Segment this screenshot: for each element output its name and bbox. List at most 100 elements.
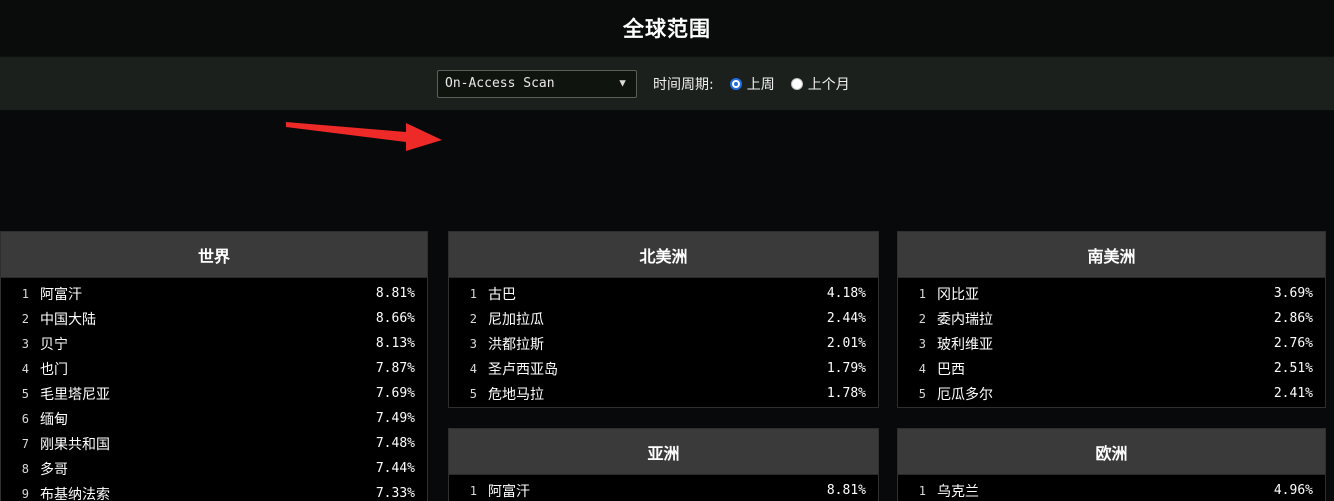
- panel-north-america-body: 1 古巴 4.18% 2 尼加拉瓜 2.44% 3 洪都拉斯 2.01% 4 圣卢西亚岛 1.79% 5…: [449, 278, 878, 406]
- radio-last-week[interactable]: 上周: [729, 74, 775, 94]
- row-rank: 3: [21, 336, 29, 351]
- row-country-name: 乌克兰: [937, 483, 979, 500]
- panel-europe-body: 1乌克兰4.96%2俄罗斯4.46%3白俄罗斯4.34%4摩尔多瓦3.67%5阿…: [898, 475, 1325, 501]
- panel-south-america-body: 1 冈比亚 3.69% 2 委内瑞拉 2.86% 3 玻利维亚 2.76% 4 巴西 2.51% 5 厄瓜…: [898, 278, 1325, 406]
- radio-last-month-label: 上个月: [807, 76, 850, 93]
- row-percentage: 8.13%: [375, 336, 415, 351]
- panel-south-america-title: 南美洲: [1087, 246, 1136, 266]
- row-percentage: 2.76%: [1273, 336, 1313, 351]
- row-rank: 2: [918, 311, 926, 326]
- panel-world-body: 1 阿富汗 8.81% 2 中国大陆 8.66% 3 贝宁 8.13% 4 也门 7.87% 5 毛里塔尼…: [1, 278, 427, 501]
- row-percentage: 3.69%: [1273, 286, 1313, 301]
- row-rank: 7: [21, 436, 29, 451]
- row-country-name: 缅甸: [40, 411, 68, 428]
- panel-north-america-header: 北美洲: [449, 232, 878, 278]
- row-country-name: 毛里塔尼亚: [40, 386, 110, 403]
- row-percentage: 7.87%: [375, 361, 415, 376]
- table-row: 1 阿富汗 8.81%: [449, 478, 878, 501]
- table-row: 7 刚果共和国 7.48%: [1, 431, 427, 456]
- panel-world: 世界 1 阿富汗 8.81% 2 中国大陆 8.66% 3 贝宁 8.13% 4 也门 7.87% 5 毛…: [0, 231, 428, 501]
- table-row: 2 尼加拉瓜 2.44%: [449, 306, 878, 331]
- radio-last-month[interactable]: 上个月: [790, 74, 850, 94]
- period-radio-group: 上周 上个月: [729, 74, 850, 94]
- row-rank: 3: [469, 336, 477, 351]
- row-rank: 2: [21, 311, 29, 326]
- row-rank: 5: [918, 386, 926, 401]
- row-rank: 4: [918, 361, 926, 376]
- row-rank: 4: [469, 361, 477, 376]
- period-label: 时间周期:: [653, 76, 714, 93]
- panel-europe-header: 欧洲: [898, 429, 1325, 475]
- row-rank: 2: [469, 311, 477, 326]
- row-country-name: 布基纳法索: [40, 486, 110, 501]
- scan-type-select-wrapper[interactable]: On-Access Scan ▼: [437, 69, 637, 98]
- panel-north-america: 北美洲 1 古巴 4.18% 2 尼加拉瓜 2.44% 3 洪都拉斯 2.01% 4 圣卢西亚岛 1.…: [448, 231, 879, 408]
- table-row: 2 委内瑞拉 2.86%: [898, 306, 1325, 331]
- table-row: 6 缅甸 7.49%: [1, 406, 427, 431]
- panel-south-america-header: 南美洲: [898, 232, 1325, 278]
- panel-world-header: 世界: [1, 232, 427, 278]
- row-country-name: 尼加拉瓜: [488, 311, 544, 328]
- row-rank: 1: [469, 286, 477, 301]
- row-country-name: 阿富汗: [488, 483, 530, 500]
- row-percentage: 2.01%: [826, 336, 866, 351]
- row-percentage: 2.86%: [1273, 311, 1313, 326]
- radio-selected-icon[interactable]: [729, 77, 742, 90]
- row-percentage: 7.49%: [375, 411, 415, 426]
- panel-asia-header: 亚洲: [449, 429, 878, 475]
- row-rank: 4: [21, 361, 29, 376]
- row-country-name: 圣卢西亚岛: [488, 361, 558, 378]
- row-country-name: 玻利维亚: [937, 336, 993, 353]
- filter-toolbar: On-Access Scan ▼ 时间周期: 上周 上个月: [0, 56, 1334, 151]
- row-percentage: 8.81%: [375, 286, 415, 301]
- panel-europe-title: 欧洲: [1095, 443, 1128, 463]
- table-row: 5 厄瓜多尔 2.41%: [898, 381, 1325, 406]
- row-country-name: 贝宁: [40, 336, 68, 353]
- table-row: 4 也门 7.87%: [1, 356, 427, 381]
- panel-south-america: 南美洲 1 冈比亚 3.69% 2 委内瑞拉 2.86% 3 玻利维亚 2.76% 4 巴西 2.51…: [897, 231, 1326, 408]
- row-percentage: 7.33%: [375, 486, 415, 501]
- row-percentage: 7.69%: [375, 386, 415, 401]
- panel-europe: 欧洲 1乌克兰4.96%2俄罗斯4.46%3白俄罗斯4.34%4摩尔多瓦3.67…: [897, 428, 1326, 501]
- panel-world-title: 世界: [197, 246, 230, 266]
- table-row: 1 古巴 4.18%: [449, 281, 878, 306]
- table-row: 9 布基纳法索 7.33%: [1, 481, 427, 501]
- table-row: 1 乌克兰 4.96%: [898, 478, 1325, 501]
- row-country-name: 危地马拉: [488, 386, 544, 403]
- table-row: 2 中国大陆 8.66%: [1, 306, 427, 331]
- row-country-name: 阿富汗: [40, 286, 82, 303]
- page-root: 全球范围 On-Access Scan ▼ 时间周期: 上周 上个月 世界 1 …: [0, 0, 1334, 501]
- table-row: 1 阿富汗 8.81%: [1, 281, 427, 306]
- table-row: 3 玻利维亚 2.76%: [898, 331, 1325, 356]
- table-row: 4 圣卢西亚岛 1.79%: [449, 356, 878, 381]
- row-rank: 3: [918, 336, 926, 351]
- radio-unselected-icon[interactable]: [790, 77, 803, 90]
- title-bar: 全球范围: [0, 0, 1334, 56]
- table-row: 3 洪都拉斯 2.01%: [449, 331, 878, 356]
- scan-type-select[interactable]: On-Access Scan: [437, 69, 637, 98]
- row-percentage: 1.79%: [826, 361, 866, 376]
- row-country-name: 刚果共和国: [40, 436, 110, 453]
- row-percentage: 4.96%: [1273, 483, 1313, 498]
- row-rank: 1: [918, 286, 926, 301]
- row-rank: 1: [918, 483, 926, 498]
- row-country-name: 洪都拉斯: [488, 336, 544, 353]
- row-country-name: 古巴: [488, 286, 516, 303]
- row-percentage: 8.81%: [826, 483, 866, 498]
- row-percentage: 2.41%: [1273, 386, 1313, 401]
- row-percentage: 7.44%: [375, 461, 415, 476]
- radio-last-week-label: 上周: [746, 76, 775, 93]
- row-percentage: 4.18%: [826, 286, 866, 301]
- table-row: 5 危地马拉 1.78%: [449, 381, 878, 406]
- row-rank: 9: [21, 486, 29, 501]
- red-arrow-annotation: [286, 122, 442, 151]
- table-row: 3 贝宁 8.13%: [1, 331, 427, 356]
- row-percentage: 7.48%: [375, 436, 415, 451]
- page-title: 全球范围: [623, 17, 711, 41]
- row-rank: 1: [21, 286, 29, 301]
- row-percentage: 2.51%: [1273, 361, 1313, 376]
- table-row: 4 巴西 2.51%: [898, 356, 1325, 381]
- row-country-name: 也门: [40, 361, 68, 378]
- row-percentage: 1.78%: [826, 386, 866, 401]
- panel-asia: 亚洲 1阿富汗8.81%2中国大陆8.66%3也门7.87%4缅甸7.49%5土…: [448, 428, 879, 501]
